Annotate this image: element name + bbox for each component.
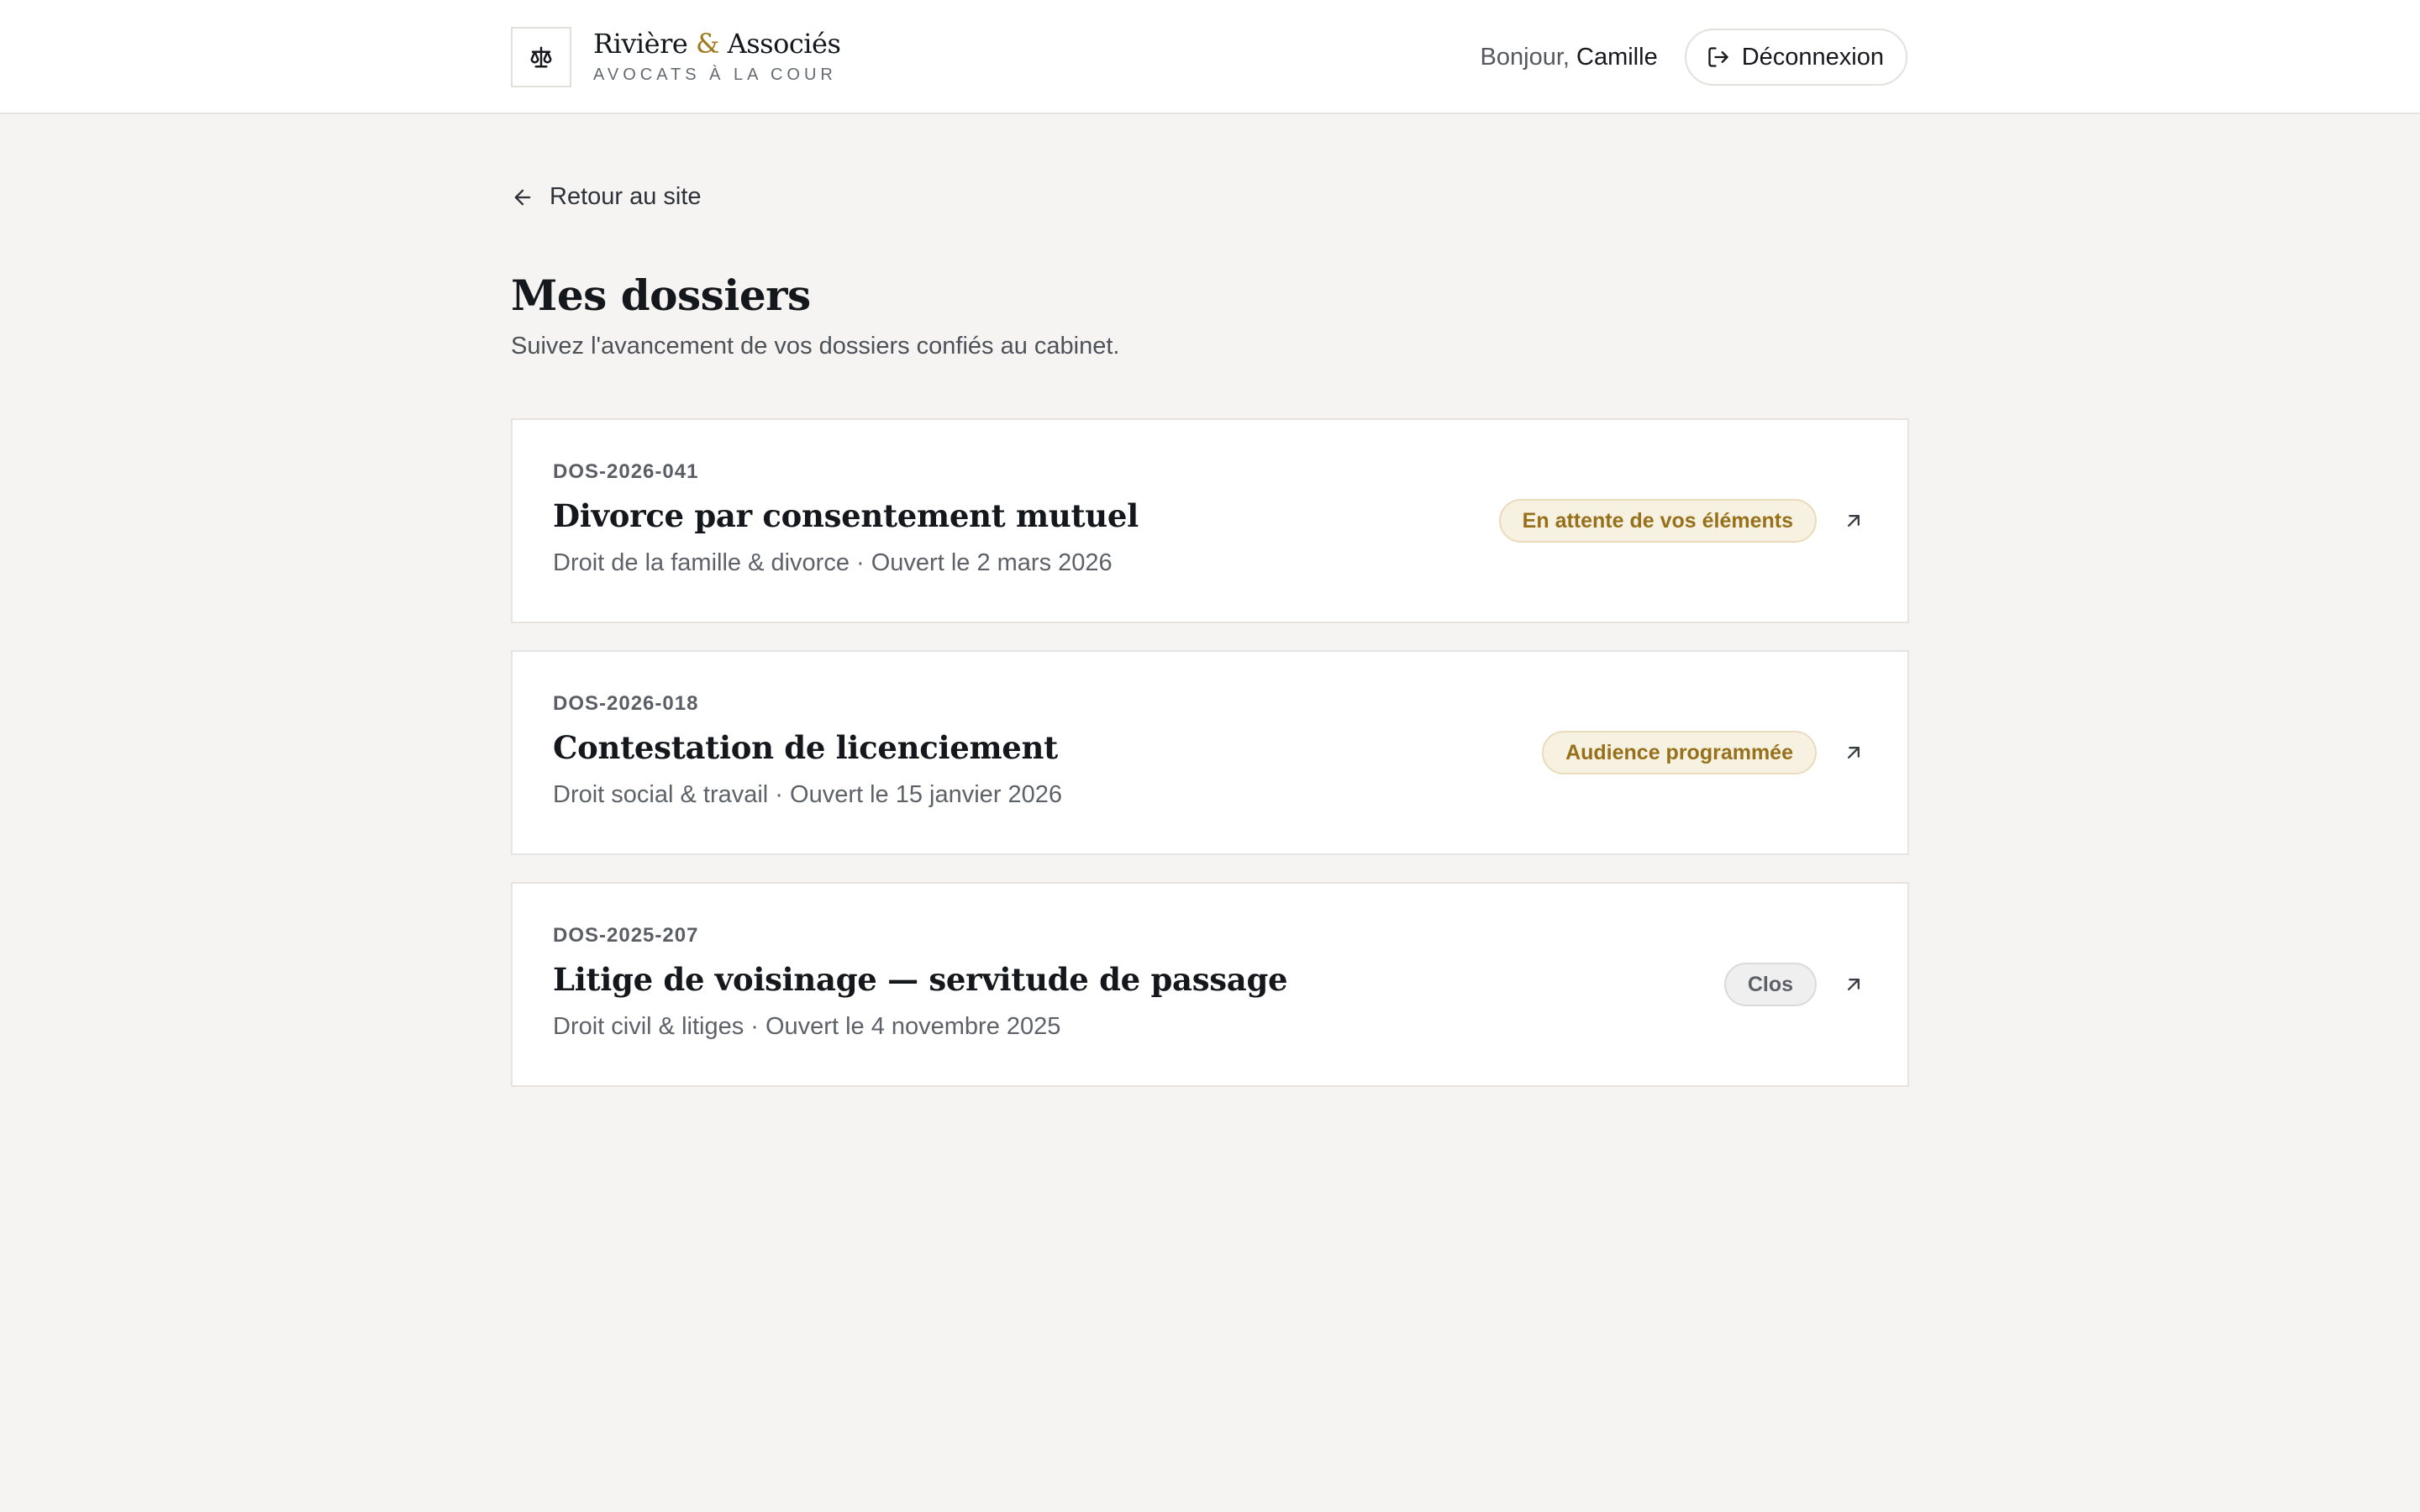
dossier-title: Contestation de licenciement — [553, 729, 1058, 766]
arrow-up-right-icon[interactable] — [1842, 741, 1865, 764]
top-bar: Rivière & Associés AVOCATS À LA COUR Bon… — [0, 0, 2420, 114]
dossier-title: Litige de voisinage — servitude de passa… — [553, 961, 1288, 998]
status-badge: Audience programmée — [1542, 731, 1817, 774]
dossier-title: Divorce par consentement mutuel — [553, 497, 1139, 534]
user-name: Camille — [1576, 43, 1658, 71]
logout-label: Déconnexion — [1741, 43, 1884, 71]
dossier-meta: Droit de la famille & divorce · Ouvert l… — [553, 549, 1113, 576]
logout-icon — [1708, 47, 1728, 67]
brand-name: Rivière & Associés — [593, 27, 841, 60]
dossier-meta: Droit social & travail · Ouvert le 15 ja… — [553, 781, 1063, 808]
dossier-reference: DOS-2026-018 — [553, 692, 699, 715]
logout-button[interactable]: Déconnexion — [1684, 29, 1907, 86]
arrow-left-icon — [514, 189, 531, 205]
status-badge: En attente de vos éléments — [1498, 499, 1817, 543]
page-subtitle: Suivez l'avancement de vos dossiers conf… — [511, 333, 1120, 360]
greeting: Bonjour, Camille — [1480, 43, 1658, 71]
dossier-card[interactable]: DOS-2025-207 Litige de voisinage — servi… — [511, 882, 1909, 1087]
dossier-reference: DOS-2025-207 — [553, 924, 699, 947]
brand-ampersand: & — [695, 27, 719, 60]
dossier-card[interactable]: DOS-2026-041 Divorce par consentement mu… — [511, 418, 1909, 623]
arrow-up-right-icon[interactable] — [1842, 509, 1865, 533]
back-link[interactable]: Retour au site — [511, 183, 702, 211]
dossier-meta: Droit civil & litiges · Ouvert le 4 nove… — [553, 1013, 1061, 1040]
dossier-card[interactable]: DOS-2026-018 Contestation de licenciemen… — [511, 650, 1909, 855]
user-area: Bonjour, Camille Déconnexion — [1481, 29, 1907, 86]
brand-subtitle: AVOCATS À LA COUR — [593, 66, 837, 85]
dossier-reference: DOS-2026-041 — [553, 460, 699, 483]
page-title: Mes dossiers — [511, 270, 811, 320]
brand[interactable]: Rivière & Associés AVOCATS À LA COUR — [511, 27, 841, 87]
logo — [511, 27, 571, 87]
status-badge: Clos — [1723, 963, 1817, 1006]
back-link-label: Retour au site — [550, 183, 702, 210]
dossier-list: DOS-2026-041 Divorce par consentement mu… — [511, 418, 1909, 1114]
scales-icon — [530, 46, 552, 68]
arrow-up-right-icon[interactable] — [1842, 973, 1865, 996]
